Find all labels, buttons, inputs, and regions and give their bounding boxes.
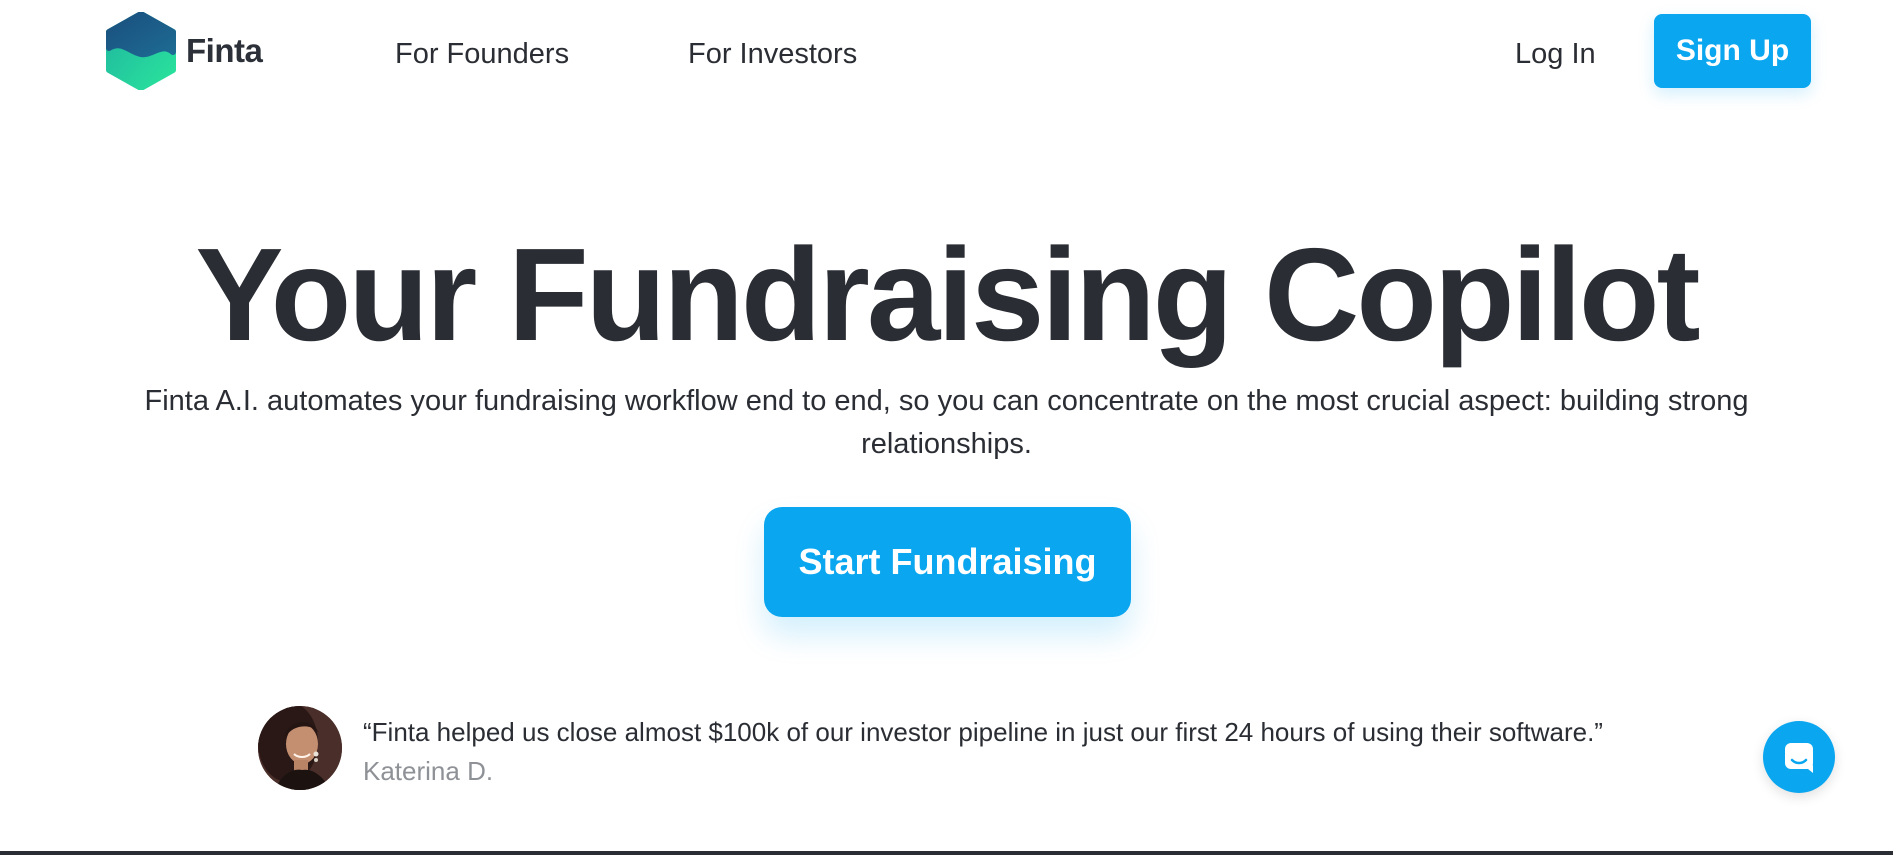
hero-title: Your Fundraising Copilot <box>195 221 1700 368</box>
start-fundraising-button[interactable]: Start Fundraising <box>764 507 1131 617</box>
bottom-divider <box>0 851 1893 855</box>
top-navigation: Finta For Founders For Investors Log In … <box>0 0 1893 108</box>
chat-button[interactable] <box>1763 721 1835 793</box>
avatar <box>258 706 342 790</box>
signup-button[interactable]: Sign Up <box>1654 14 1811 88</box>
hero-subtitle: Finta A.I. automates your fundraising wo… <box>144 385 1749 460</box>
chat-icon <box>1785 743 1813 773</box>
finta-logo-icon <box>106 12 176 90</box>
testimonial: “Finta helped us close almost $100k of o… <box>258 706 1658 796</box>
nav-link-for-investors[interactable]: For Investors <box>688 36 857 72</box>
logo-link[interactable]: Finta <box>104 12 263 90</box>
logo-text: Finta <box>186 32 263 69</box>
login-link[interactable]: Log In <box>1515 36 1596 72</box>
nav-link-for-founders[interactable]: For Founders <box>395 36 569 72</box>
testimonial-author: Katerina D. <box>363 756 494 786</box>
testimonial-quote: “Finta helped us close almost $100k of o… <box>363 717 1603 747</box>
